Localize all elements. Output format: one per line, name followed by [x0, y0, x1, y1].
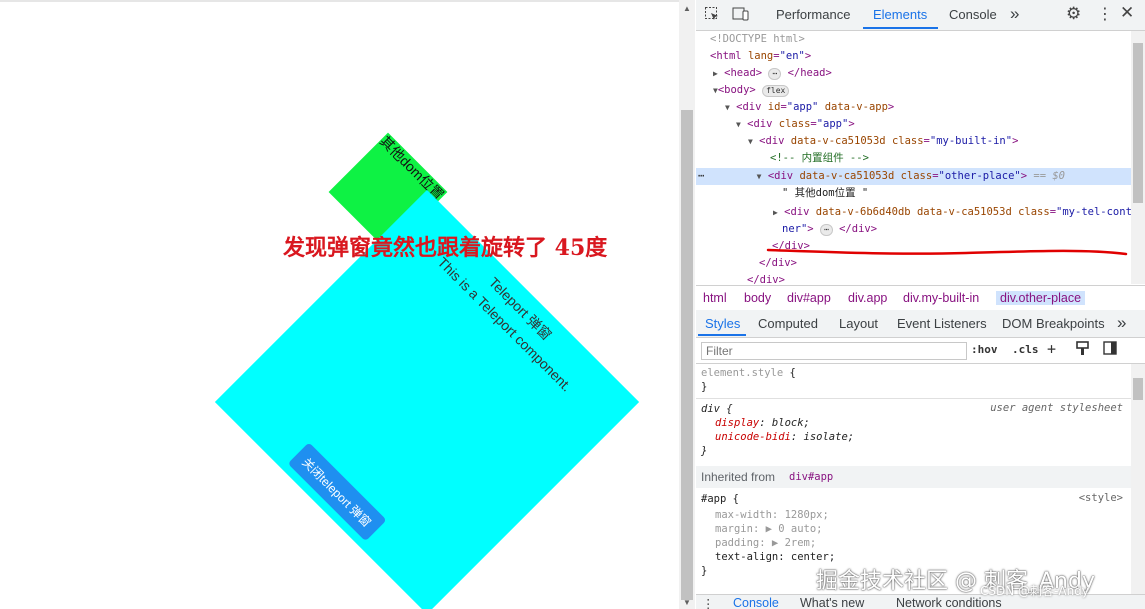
rule-element-style[interactable]: element.style { [701, 366, 796, 380]
drawer-tab-console[interactable]: Console [733, 596, 779, 609]
settings-icon[interactable]: ⚙ [1066, 4, 1081, 24]
rule-brace: } [701, 445, 708, 457]
scroll-up-icon[interactable]: ▲ [679, 4, 695, 13]
rule-prop-margin[interactable]: margin: ▶ 0 auto; [715, 522, 823, 536]
breadcrumb-html[interactable]: html [703, 291, 727, 305]
inherited-label: Inherited from [701, 470, 776, 484]
collapsed-ellipsis-icon: ⋯ [768, 68, 782, 80]
rule-app-source[interactable]: <style> [1079, 492, 1123, 504]
drawer-menu-icon[interactable]: ⋮ [702, 596, 715, 609]
rule-prop-text-align[interactable]: text-align: center; [715, 550, 835, 564]
tree-row-body[interactable]: ▼<body> flex [696, 82, 1131, 99]
rule-brace: } [701, 381, 708, 393]
elements-tree: <!DOCTYPE html> <html lang="en"> ▶ <head… [696, 31, 1131, 284]
tree-row-close-my-built-in[interactable]: </div> [696, 255, 1131, 272]
rule-prop-display[interactable]: display: block; [715, 416, 810, 430]
preview-scrollbar[interactable]: ▲ ▼ [679, 0, 695, 609]
hov-toggle[interactable]: :hov [971, 343, 998, 356]
rule-prop-unicode-bidi[interactable]: unicode-bidi: isolate; [715, 430, 854, 444]
red-underline-annotation [766, 248, 1128, 256]
annotation-text: 发现弹窗竟然也跟着旋转了 45度 [283, 235, 608, 261]
rule-div-source: user agent stylesheet [990, 402, 1123, 414]
more-styles-tabs-icon[interactable]: » [1117, 313, 1126, 333]
collapse-triangle-icon: ▼ [725, 103, 730, 112]
devtools-panel: Performance Elements Console » ⚙ ⋮ ✕ <!D… [696, 0, 1145, 609]
rule-prop-max-width[interactable]: max-width: 1280px; [715, 508, 829, 522]
close-icon[interactable]: ✕ [1120, 3, 1134, 23]
styles-rules-pane: element.style { } div { user agent style… [696, 364, 1131, 594]
inspect-icon[interactable] [704, 6, 720, 26]
tree-row-text-node[interactable]: " 其他dom位置 " [696, 185, 1131, 202]
elements-tree-scrollbar[interactable] [1131, 31, 1145, 284]
tab-elements[interactable]: Elements [873, 7, 927, 22]
styles-filter-row: :hov .cls + [696, 338, 1145, 364]
flex-badge: flex [762, 85, 790, 97]
tree-row-other-place[interactable]: ⋯ ▼ <div data-v-ca51053d class="other-pl… [696, 168, 1131, 185]
preview-top-border [0, 0, 680, 2]
breadcrumb-my-built-in[interactable]: div.my-built-in [903, 291, 979, 305]
tab-computed[interactable]: Computed [758, 316, 818, 331]
cls-toggle[interactable]: .cls [1012, 343, 1039, 356]
devtools-main-tabbar: Performance Elements Console » ⚙ ⋮ ✕ [696, 0, 1145, 31]
close-teleport-button[interactable]: 关闭teleport 弹窗 [287, 442, 387, 542]
collapse-triangle-icon: ▼ [736, 120, 741, 129]
tab-console[interactable]: Console [949, 7, 997, 22]
tree-row-my-built-in[interactable]: ▼ <div data-v-ca51053d class="my-built-i… [696, 133, 1131, 150]
tree-row-head[interactable]: ▶ <head> ⋯ </head> [696, 65, 1131, 82]
tab-styles[interactable]: Styles [705, 316, 740, 331]
tree-row-my-tel-container[interactable]: ▶ <div data-v-6b6d40db data-v-ca51053d c… [696, 204, 1131, 221]
preview-scroll-thumb[interactable] [681, 110, 693, 600]
expand-triangle-icon: ▶ [713, 69, 718, 78]
rule-separator [696, 398, 1131, 399]
styles-scrollbar[interactable] [1131, 364, 1145, 594]
rule-prop-padding[interactable]: padding: ▶ 2rem; [715, 536, 816, 550]
tab-performance[interactable]: Performance [776, 7, 850, 22]
breadcrumb: html body div#app div.app div.my-built-i… [696, 285, 1145, 311]
tab-event-listeners[interactable]: Event Listeners [897, 316, 987, 331]
styles-tabbar: Styles Computed Layout Event Listeners D… [696, 310, 1145, 338]
breadcrumb-div-app-class[interactable]: div.app [848, 291, 887, 305]
rule-div-selector[interactable]: div { [701, 402, 733, 416]
kebab-menu-icon[interactable]: ⋮ [1097, 4, 1113, 24]
rule-app-selector[interactable]: #app { [701, 492, 739, 506]
inherited-header: Inherited from div#app [696, 466, 1131, 488]
inherited-from-link[interactable]: div#app [789, 471, 833, 483]
scroll-down-icon[interactable]: ▼ [679, 598, 695, 607]
page-preview: 其他dom位置 Teleport 弹窗 This is a Teleport c… [0, 0, 680, 609]
drawer-tab-whats-new[interactable]: What's new [800, 596, 864, 609]
new-rule-icon[interactable]: + [1047, 340, 1056, 358]
rule-brace: } [701, 565, 708, 577]
tree-row-my-tel-container-wrap[interactable]: ner"> ⋯ </div> [696, 221, 1131, 238]
tab-dom-breakpoints[interactable]: DOM Breakpoints [1002, 316, 1105, 331]
collapse-triangle-icon: ▼ [756, 172, 762, 181]
styles-filter-input[interactable] [701, 342, 967, 360]
more-tabs-icon[interactable]: » [1010, 4, 1019, 24]
styles-scroll-thumb[interactable] [1133, 378, 1143, 400]
toggle-sidebar-icon[interactable] [1103, 341, 1117, 358]
watermark-csdn: CSDN @刺客-Andy [980, 584, 1089, 598]
expand-triangle-icon: ▶ [773, 208, 778, 217]
breadcrumb-other-place[interactable]: div.other-place [996, 291, 1086, 305]
selected-node-marker: == $0 [1033, 170, 1065, 182]
paint-bucket-icon[interactable] [1076, 341, 1089, 359]
breadcrumb-body[interactable]: body [744, 291, 771, 305]
breadcrumb-div-app-id[interactable]: div#app [787, 291, 831, 305]
tree-row-doctype[interactable]: <!DOCTYPE html> [696, 31, 1131, 48]
other-place-text: 其他dom位置 [376, 132, 448, 204]
active-styles-tab-indicator [698, 334, 746, 336]
elements-scroll-thumb[interactable] [1133, 43, 1143, 203]
tree-row-html[interactable]: <html lang="en"> [696, 48, 1131, 65]
collapsed-ellipsis-icon: ⋯ [819, 224, 833, 236]
active-tab-indicator [863, 27, 938, 29]
tree-row-div-class-app[interactable]: ▼ <div class="app"> [696, 116, 1131, 133]
collapse-triangle-icon: ▼ [748, 137, 753, 146]
tree-row-div-app[interactable]: ▼ <div id="app" data-v-app> [696, 99, 1131, 116]
tree-row-comment[interactable]: <!-- 内置组件 --> [696, 150, 1131, 167]
row-menu-dots-icon: ⋯ [698, 170, 705, 182]
device-toolbar-icon[interactable] [732, 6, 750, 26]
tree-row-close-app[interactable]: </div> [696, 272, 1131, 284]
tab-layout[interactable]: Layout [839, 316, 878, 331]
